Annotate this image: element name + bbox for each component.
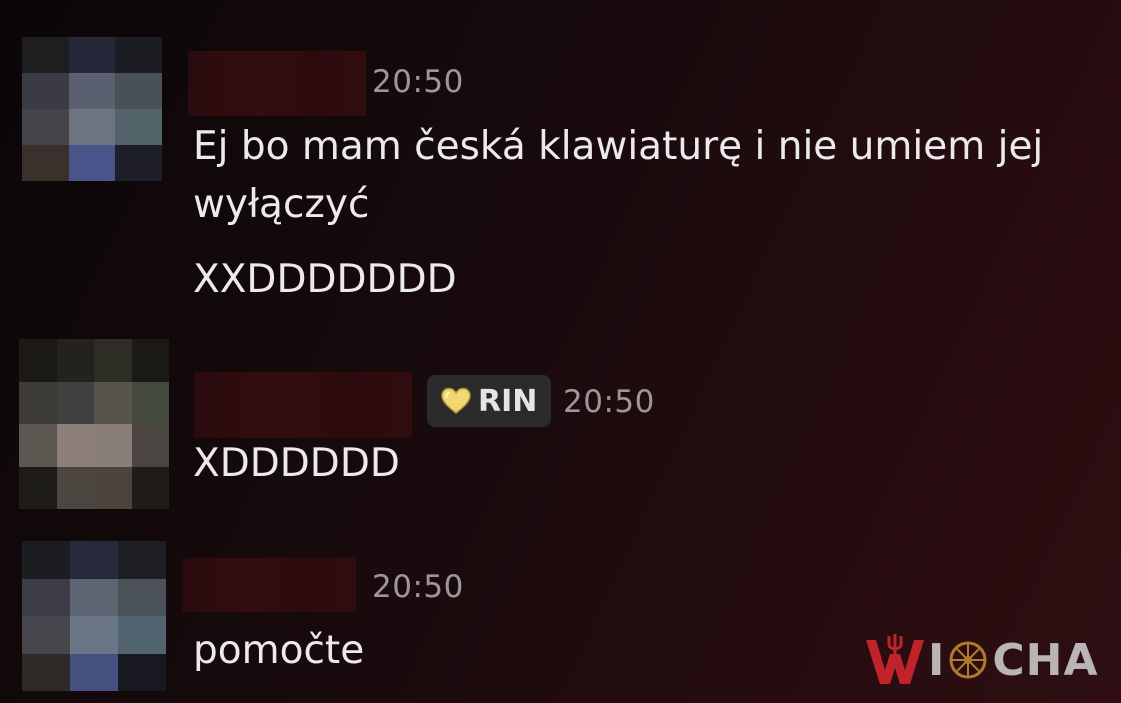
wiocha-watermark: I CHA [864, 630, 1099, 690]
message-timestamp: 20:50 [372, 569, 464, 605]
wiocha-letter-i: I [928, 634, 945, 686]
wagon-wheel-icon [949, 641, 987, 679]
message-text: pomočte [193, 628, 365, 673]
avatar[interactable] [22, 37, 162, 181]
yellow-heart-icon [441, 386, 471, 416]
message-text: XDDDDDD [193, 441, 400, 486]
message-timestamp: 20:50 [563, 384, 655, 420]
username-redacted[interactable] [182, 558, 356, 612]
wiocha-w-pitchfork-icon [866, 634, 924, 684]
role-tag-label: RIN [478, 383, 538, 419]
message-text: Ej bo mam česká klawiaturę i nie umiem j… [193, 124, 1044, 169]
role-tag[interactable]: RIN [427, 375, 551, 427]
chat-log: 20:50 Ej bo mam česká klawiaturę i nie u… [0, 0, 1121, 703]
message-timestamp: 20:50 [372, 64, 464, 100]
message-text: wyłączyć [193, 182, 370, 227]
wiocha-letters-cha: CHA [992, 634, 1099, 686]
message-text: XXDDDDDDD [193, 257, 457, 302]
username-redacted[interactable] [188, 51, 366, 116]
avatar[interactable] [22, 541, 166, 691]
username-redacted[interactable] [194, 372, 412, 438]
avatar[interactable] [19, 339, 169, 509]
